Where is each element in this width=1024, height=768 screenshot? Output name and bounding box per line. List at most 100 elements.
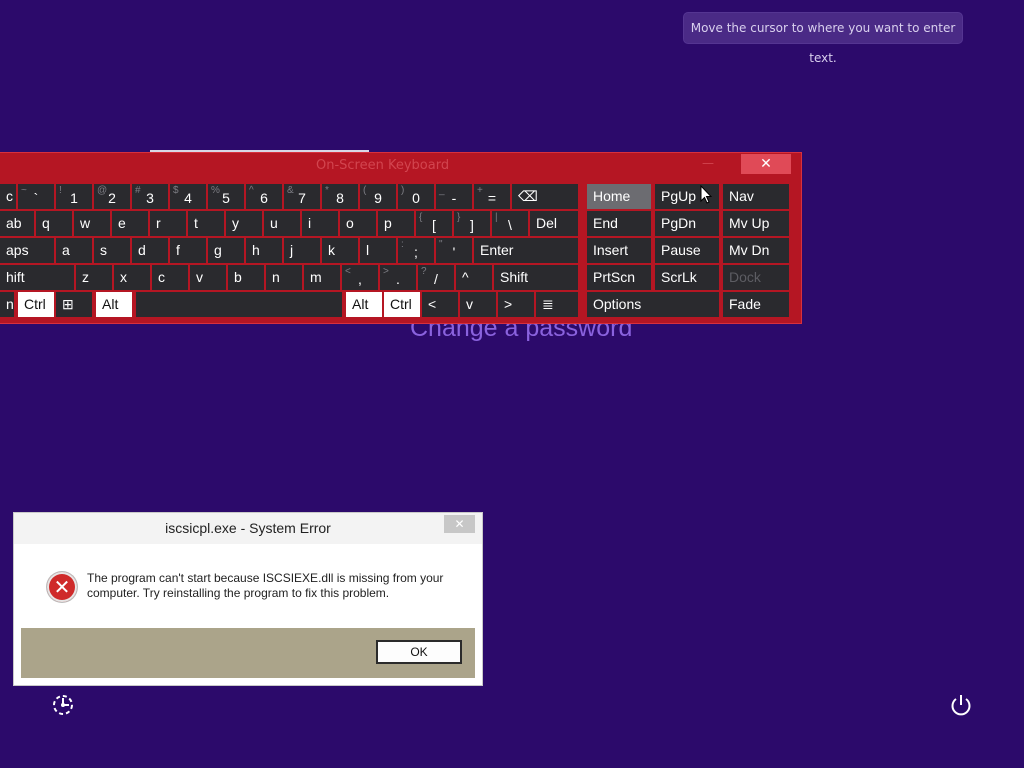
key-equals[interactable]: + = <box>474 184 510 209</box>
key-l[interactable]: l <box>360 238 396 263</box>
keyboard-close-button[interactable]: ✕ <box>741 154 791 174</box>
error-message-line1: The program can't start because ISCSIEXE… <box>87 571 444 585</box>
keyboard-title: On-Screen Keyboard <box>316 158 450 173</box>
dialog-titlebar: iscsicpl.exe - System Error ✕ <box>14 513 482 544</box>
key-capslock[interactable]: aps <box>0 238 54 263</box>
dialog-title: iscsicpl.exe - System Error <box>165 520 331 536</box>
key-alt-left[interactable]: Alt <box>96 292 132 317</box>
dialog-close-button[interactable]: ✕ <box>444 515 475 533</box>
key-lbracket[interactable]: {[ <box>416 211 452 236</box>
key-a[interactable]: a <box>56 238 92 263</box>
key-r[interactable]: r <box>150 211 186 236</box>
key-del[interactable]: Del <box>530 211 578 236</box>
key-t[interactable]: t <box>188 211 224 236</box>
key-up-arrow[interactable]: ^ <box>456 265 492 290</box>
ease-of-access-icon[interactable] <box>50 692 76 718</box>
key-alt-right[interactable]: Alt <box>346 292 382 317</box>
ok-button[interactable]: OK <box>376 640 462 664</box>
key-ctrl-left[interactable]: Ctrl <box>18 292 54 317</box>
key-esc[interactable]: c <box>0 184 16 209</box>
key-4[interactable]: $4 <box>170 184 206 209</box>
key-c[interactable]: c <box>152 265 188 290</box>
key-mvup[interactable]: Mv Up <box>723 211 789 236</box>
key-n[interactable]: n <box>266 265 302 290</box>
key-p[interactable]: p <box>378 211 414 236</box>
power-icon[interactable] <box>948 692 974 718</box>
key-insert[interactable]: Insert <box>587 238 651 263</box>
key-space[interactable] <box>136 292 342 317</box>
key-o[interactable]: o <box>340 211 376 236</box>
key-shift-left[interactable]: hift <box>0 265 74 290</box>
key-v[interactable]: v <box>190 265 226 290</box>
key-comma[interactable]: <, <box>342 265 378 290</box>
key-x[interactable]: x <box>114 265 150 290</box>
key-3[interactable]: #3 <box>132 184 168 209</box>
key-u[interactable]: u <box>264 211 300 236</box>
dialog-body: ✕ The program can't start because ISCSIE… <box>21 544 475 678</box>
key-m[interactable]: m <box>304 265 340 290</box>
key-tab[interactable]: ab <box>0 211 34 236</box>
key-q[interactable]: q <box>36 211 72 236</box>
key-ctrl-right[interactable]: Ctrl <box>384 292 420 317</box>
windows-icon: ⊞ <box>62 296 74 312</box>
key-1[interactable]: ! 1 <box>56 184 92 209</box>
key-e[interactable]: e <box>112 211 148 236</box>
menu-icon: ≣ <box>542 296 554 312</box>
key-minus[interactable]: _ - <box>436 184 472 209</box>
key-rbracket[interactable]: }] <box>454 211 490 236</box>
key-dock: Dock <box>723 265 789 290</box>
key-k[interactable]: k <box>322 238 358 263</box>
key-prtscn[interactable]: PrtScn <box>587 265 651 290</box>
key-scrlk[interactable]: ScrLk <box>655 265 719 290</box>
key-z[interactable]: z <box>76 265 112 290</box>
key-fade[interactable]: Fade <box>723 292 789 317</box>
error-message: The program can't start because ISCSIEXE… <box>87 571 457 601</box>
key-nav[interactable]: Nav <box>723 184 789 209</box>
mouse-cursor-icon <box>700 185 712 204</box>
key-fn[interactable]: n <box>0 292 14 317</box>
key-right-arrow[interactable]: > <box>498 292 534 317</box>
key-down-arrow[interactable]: v <box>460 292 496 317</box>
key-s[interactable]: s <box>94 238 130 263</box>
key-shift-right[interactable]: Shift <box>494 265 578 290</box>
key-b[interactable]: b <box>228 265 264 290</box>
key-5[interactable]: % 5 <box>208 184 244 209</box>
key-0[interactable]: ) 0 <box>398 184 434 209</box>
key-end[interactable]: End <box>587 211 651 236</box>
key-period[interactable]: >. <box>380 265 416 290</box>
key-backspace[interactable]: ⌫ <box>512 184 578 209</box>
key-w[interactable]: w <box>74 211 110 236</box>
key-g[interactable]: g <box>208 238 244 263</box>
key-h[interactable]: h <box>246 238 282 263</box>
key-quote[interactable]: " ' <box>436 238 472 263</box>
key-slash[interactable]: ? / <box>418 265 454 290</box>
key-home[interactable]: Home <box>587 184 651 209</box>
key-j[interactable]: j <box>284 238 320 263</box>
key-6[interactable]: ^ 6 <box>246 184 282 209</box>
key-i[interactable]: i <box>302 211 338 236</box>
on-screen-keyboard: On-Screen Keyboard — ✕ c ~ ` ! 1 @2 #3 $4 … <box>0 152 802 324</box>
key-backslash[interactable]: | \ <box>492 211 528 236</box>
key-menu[interactable]: ≣ <box>536 292 578 317</box>
minimize-button[interactable]: — <box>702 156 714 170</box>
error-icon: ✕ <box>47 572 77 602</box>
key-enter[interactable]: Enter <box>474 238 578 263</box>
key-mvdn[interactable]: Mv Dn <box>723 238 789 263</box>
key-semicolon[interactable]: :; <box>398 238 434 263</box>
key-8[interactable]: * 8 <box>322 184 358 209</box>
dialog-footer: OK <box>21 628 475 678</box>
key-2[interactable]: @2 <box>94 184 130 209</box>
key-9[interactable]: (9 <box>360 184 396 209</box>
key-f[interactable]: f <box>170 238 206 263</box>
key-7[interactable]: & 7 <box>284 184 320 209</box>
key-windows[interactable]: ⊞ <box>56 292 92 317</box>
key-y[interactable]: y <box>226 211 262 236</box>
tooltip: Move the cursor to where you want to ent… <box>684 13 962 65</box>
keyboard-separator <box>579 182 583 320</box>
key-d[interactable]: d <box>132 238 168 263</box>
key-options[interactable]: Options <box>587 292 719 317</box>
key-pgdn[interactable]: PgDn <box>655 211 719 236</box>
key-pause[interactable]: Pause <box>655 238 719 263</box>
key-backtick[interactable]: ~ ` <box>18 184 54 209</box>
key-left-arrow[interactable]: < <box>422 292 458 317</box>
